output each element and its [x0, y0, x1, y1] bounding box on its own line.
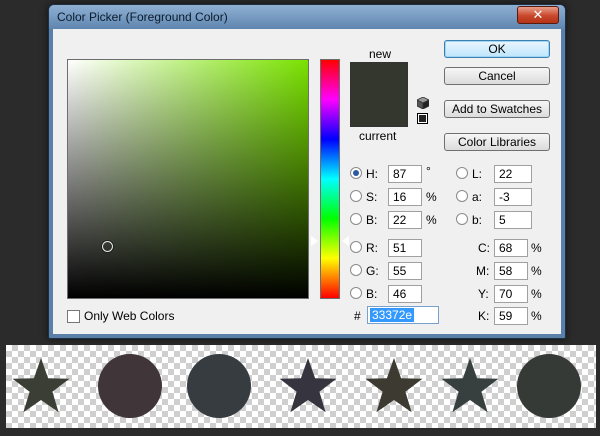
hex-input[interactable]: 33372e	[367, 306, 439, 324]
title-bar[interactable]: Color Picker (Foreground Color) ✕	[49, 5, 565, 29]
hue-unit: °	[426, 164, 431, 178]
lab-b-radio[interactable]	[456, 213, 468, 225]
only-web-colors-checkbox[interactable]	[67, 309, 80, 323]
lab-a-radio[interactable]	[456, 190, 468, 202]
ok-button[interactable]: OK	[444, 40, 550, 58]
close-button[interactable]: ✕	[517, 6, 559, 24]
red-label: R:	[366, 241, 378, 255]
magenta-unit: %	[531, 264, 542, 278]
brightness-label: B:	[366, 213, 378, 227]
lab-a-label: a:	[472, 190, 483, 204]
close-icon: ✕	[532, 7, 544, 22]
lab-a-input[interactable]: -3	[494, 188, 532, 206]
black-unit: %	[531, 309, 542, 323]
saturation-unit: %	[426, 190, 437, 204]
red-input[interactable]: 51	[388, 239, 422, 257]
star-icon	[361, 353, 427, 419]
star-icon	[275, 353, 341, 419]
blue-label: B:	[366, 287, 378, 301]
current-color-swatch[interactable]	[351, 94, 407, 126]
yellow-label: Y:	[478, 287, 489, 301]
lab-l-label: L:	[472, 167, 483, 181]
hue-label: H:	[366, 167, 378, 181]
circle-icon	[516, 353, 582, 419]
black-input[interactable]: 59	[494, 307, 528, 325]
saturation-label: S:	[366, 190, 378, 204]
window-title: Color Picker (Foreground Color)	[57, 10, 228, 24]
brightness-unit: %	[426, 213, 437, 227]
current-color-label: current	[359, 129, 397, 143]
black-label: K:	[478, 309, 490, 323]
green-label: G:	[366, 264, 379, 278]
web-safe-swatch-icon[interactable]	[417, 113, 428, 124]
saturation-input[interactable]: 16	[388, 188, 422, 206]
hue-slider[interactable]	[320, 59, 340, 299]
color-picker-dialog: Color Picker (Foreground Color) ✕ Only W…	[48, 4, 566, 339]
star-icon	[437, 353, 503, 419]
circle-icon	[186, 353, 252, 419]
hue-slider-right-arrow-icon[interactable]	[342, 236, 349, 246]
green-input[interactable]: 55	[388, 262, 422, 280]
hue-input[interactable]: 87	[388, 165, 422, 183]
only-web-colors-option[interactable]: Only Web Colors	[67, 309, 174, 323]
color-field[interactable]	[67, 59, 309, 299]
cyan-label: C:	[478, 241, 490, 255]
magenta-label: M:	[476, 264, 490, 278]
color-libraries-button[interactable]: Color Libraries	[444, 133, 550, 151]
red-radio[interactable]	[350, 241, 362, 253]
lab-l-radio[interactable]	[456, 167, 468, 179]
document-canvas-strip[interactable]	[6, 345, 596, 428]
color-preview	[350, 62, 408, 127]
dialog-body: Only Web Colors new current OK Cancel Ad…	[53, 29, 561, 334]
hue-slider-left-arrow-icon[interactable]	[311, 236, 318, 246]
add-to-swatches-button[interactable]: Add to Swatches	[444, 100, 550, 118]
yellow-unit: %	[531, 287, 542, 301]
green-radio[interactable]	[350, 264, 362, 276]
new-color-swatch	[351, 63, 407, 95]
lab-b-label: b:	[472, 213, 483, 227]
cyan-input[interactable]: 68	[494, 239, 528, 257]
circle-icon	[97, 353, 163, 419]
cancel-button[interactable]: Cancel	[444, 67, 550, 85]
hex-label: #	[354, 309, 361, 323]
hue-radio[interactable]	[350, 167, 362, 179]
lab-b-input[interactable]: 5	[494, 211, 532, 229]
only-web-colors-label: Only Web Colors	[84, 309, 175, 323]
new-color-label: new	[368, 47, 391, 61]
brightness-input[interactable]: 22	[388, 211, 422, 229]
color-field-marker[interactable]	[102, 241, 113, 252]
brightness-radio[interactable]	[350, 213, 362, 225]
magenta-input[interactable]: 58	[494, 262, 528, 280]
blue-radio[interactable]	[350, 287, 362, 299]
yellow-input[interactable]: 70	[494, 285, 528, 303]
cyan-unit: %	[531, 241, 542, 255]
saturation-radio[interactable]	[350, 190, 362, 202]
lab-l-input[interactable]: 22	[494, 165, 532, 183]
blue-input[interactable]: 46	[388, 285, 422, 303]
out-of-gamut-cube-icon[interactable]	[417, 97, 429, 109]
hex-value: 33372e	[370, 308, 415, 322]
star-icon	[8, 353, 74, 419]
